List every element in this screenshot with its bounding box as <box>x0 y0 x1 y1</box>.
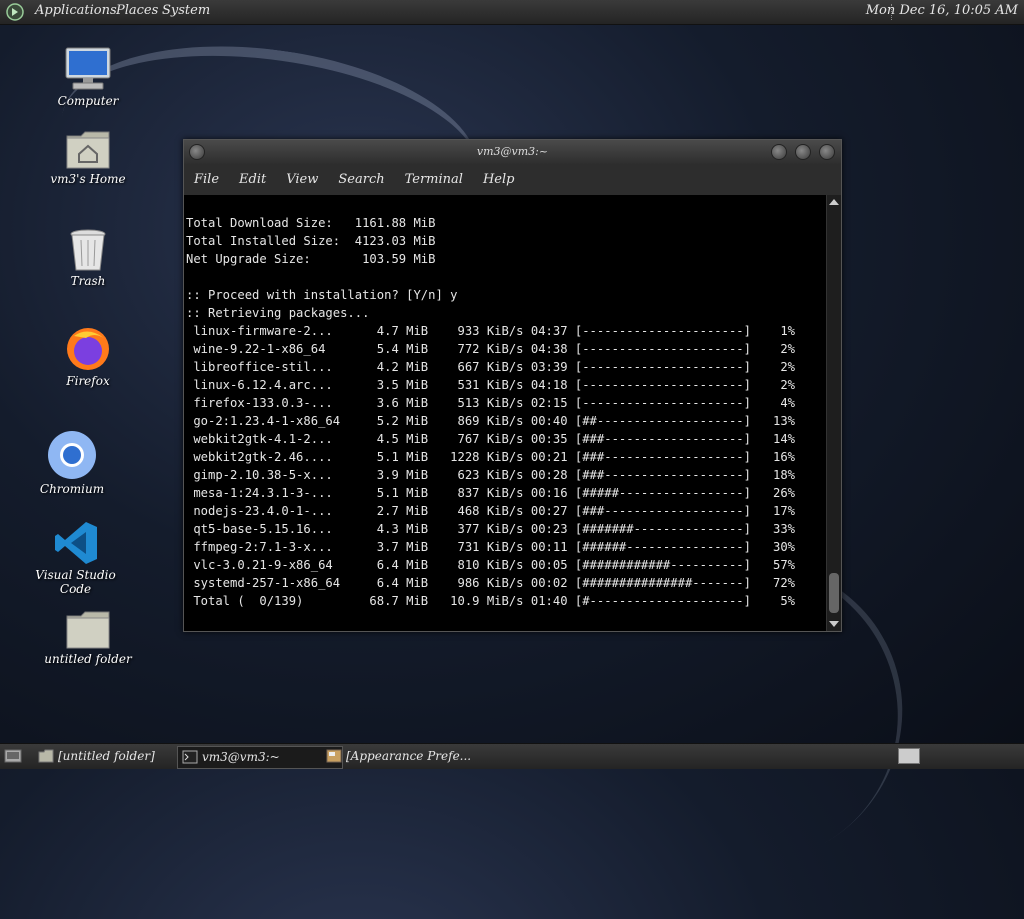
terminal-window[interactable]: vm3@vm3:~ File Edit View Search Terminal… <box>183 139 842 632</box>
download-row: firefox-133.0.3-... 3.6 MiB 513 KiB/s 02… <box>193 396 796 410</box>
terminal-titlebar[interactable]: vm3@vm3:~ <box>184 140 841 164</box>
scroll-up-arrow-icon[interactable] <box>829 199 839 205</box>
menu-edit[interactable]: Edit <box>239 172 266 187</box>
panel-clock[interactable]: Mon Dec 16, 10:05 AM <box>866 3 1018 18</box>
desktop-icon-vscode[interactable]: Visual Studio Code <box>28 520 123 596</box>
applications-menu[interactable]: Applications <box>35 3 117 18</box>
folder-icon <box>38 749 54 763</box>
desktop-icon-label: untitled folder <box>44 652 132 666</box>
desktop-icon-firefox[interactable]: Firefox <box>43 324 133 388</box>
desktop-icon-untitled-folder[interactable]: untitled folder <box>43 608 133 666</box>
terminal-scrollbar[interactable] <box>826 195 841 631</box>
task-untitled-folder[interactable]: [untitled folder] <box>34 746 198 767</box>
home-folder-icon <box>66 131 110 169</box>
desktop-icon-label: Trash <box>70 274 106 288</box>
download-row: mesa-1:24.3.1-3-... 5.1 MiB 837 KiB/s 00… <box>193 486 796 500</box>
places-menu[interactable]: Places <box>116 3 158 18</box>
menu-help[interactable]: Help <box>483 172 515 187</box>
terminal-title: vm3@vm3:~ <box>476 145 549 158</box>
scroll-thumb[interactable] <box>829 573 839 613</box>
firefox-icon <box>67 328 109 370</box>
terminal-text: Total Download Size: 1161.88 MiB Total I… <box>184 195 826 610</box>
menu-view[interactable]: View <box>286 172 318 187</box>
computer-icon <box>65 47 111 90</box>
show-desktop-icon[interactable] <box>4 748 22 764</box>
download-row: libreoffice-stil... 4.2 MiB 667 KiB/s 03… <box>193 360 796 374</box>
task-label: vm3@vm3:~ <box>202 750 280 764</box>
download-row: wine-9.22-1-x86_64 5.4 MiB 772 KiB/s 04:… <box>193 342 796 356</box>
terminal-output[interactable]: Total Download Size: 1161.88 MiB Total I… <box>184 195 826 631</box>
distro-logo-icon[interactable] <box>6 3 24 21</box>
workspace-switcher[interactable] <box>898 748 920 764</box>
vscode-icon <box>54 522 97 564</box>
folder-icon <box>66 611 110 649</box>
terminal-line: Total Installed Size: 4123.03 MiB <box>186 234 436 248</box>
menu-file[interactable]: File <box>194 172 219 187</box>
desktop-icon-label: vm3's Home <box>50 172 126 186</box>
terminal-menubar: File Edit View Search Terminal Help <box>184 164 841 195</box>
download-row: linux-firmware-2... 4.7 MiB 933 KiB/s 04… <box>193 324 796 338</box>
download-row: webkit2gtk-4.1-2... 4.5 MiB 767 KiB/s 00… <box>193 432 796 446</box>
task-label: [Appearance Prefe... <box>346 749 472 763</box>
desktop-icon-trash[interactable]: Trash <box>43 228 133 288</box>
download-row: Total ( 0/139) 68.7 MiB 10.9 MiB/s 01:40… <box>193 594 796 608</box>
desktop-icon-chromium[interactable]: Chromium <box>27 430 117 496</box>
close-button[interactable] <box>819 144 835 160</box>
download-row: vlc-3.0.21-9-x86_64 6.4 MiB 810 KiB/s 00… <box>193 558 796 572</box>
trash-icon <box>70 229 106 271</box>
terminal-icon <box>182 750 198 764</box>
window-menu-icon[interactable] <box>189 144 205 160</box>
maximize-button[interactable] <box>795 144 811 160</box>
terminal-line: :: Proceed with installation? [Y/n] y <box>186 288 458 302</box>
menu-search[interactable]: Search <box>338 172 384 187</box>
scroll-down-arrow-icon[interactable] <box>829 621 839 627</box>
desktop-icon-home[interactable]: vm3's Home <box>43 128 133 186</box>
download-row: linux-6.12.4.arc... 3.5 MiB 531 KiB/s 04… <box>193 378 796 392</box>
task-label: [untitled folder] <box>58 749 155 763</box>
download-row: go-2:1.23.4-1-x86_64 5.2 MiB 869 KiB/s 0… <box>193 414 796 428</box>
bottom-panel: [untitled folder] vm3@vm3:~ [Appearance … <box>0 743 1024 769</box>
terminal-line: Net Upgrade Size: 103.59 MiB <box>186 252 436 266</box>
download-row: ffmpeg-2:7.1-3-x... 3.7 MiB 731 KiB/s 00… <box>193 540 796 554</box>
appearance-icon <box>326 749 342 763</box>
download-row: systemd-257-1-x86_64 6.4 MiB 986 KiB/s 0… <box>193 576 796 590</box>
minimize-button[interactable] <box>771 144 787 160</box>
download-row: gimp-2.10.38-5-x... 3.9 MiB 623 KiB/s 00… <box>193 468 796 482</box>
download-row: webkit2gtk-2.46.... 5.1 MiB 1228 KiB/s 0… <box>193 450 796 464</box>
top-panel: Applications Places System Mon Dec 16, 1… <box>0 0 1024 25</box>
task-terminal[interactable]: vm3@vm3:~ <box>177 746 343 769</box>
desktop-icon-computer[interactable]: Computer <box>43 46 133 108</box>
terminal-line: Total Download Size: 1161.88 MiB <box>186 216 436 230</box>
desktop-icon-label: Visual Studio Code <box>35 568 116 596</box>
system-menu[interactable]: System <box>162 3 210 18</box>
desktop-icon-label: Chromium <box>39 482 105 496</box>
task-appearance-preferences[interactable]: [Appearance Prefe... <box>322 746 486 767</box>
download-row: nodejs-23.4.0-1-... 2.7 MiB 468 KiB/s 00… <box>193 504 796 518</box>
chromium-icon <box>48 431 96 479</box>
desktop-icon-label: Computer <box>57 94 119 108</box>
menu-terminal[interactable]: Terminal <box>405 172 463 187</box>
download-row: qt5-base-5.15.16... 4.3 MiB 377 KiB/s 00… <box>193 522 796 536</box>
terminal-line: :: Retrieving packages... <box>186 306 370 320</box>
desktop-icon-label: Firefox <box>66 374 110 388</box>
